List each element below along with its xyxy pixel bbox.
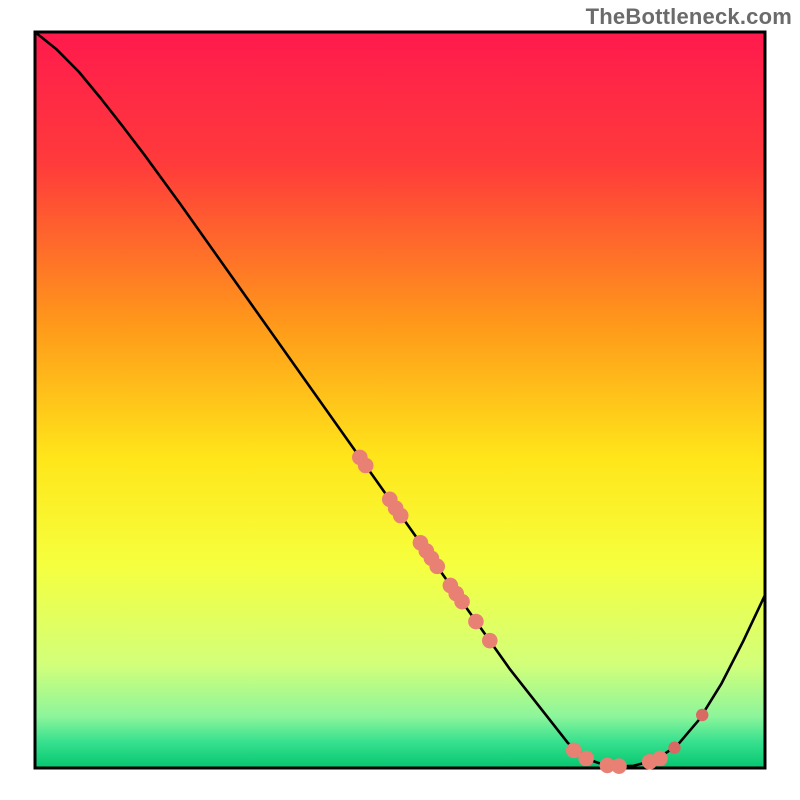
curve-marker xyxy=(578,751,594,767)
curve-marker xyxy=(393,508,409,524)
curve-marker xyxy=(696,709,708,721)
curve-marker xyxy=(429,559,445,575)
bottleneck-chart xyxy=(0,0,800,800)
curve-marker xyxy=(358,458,374,474)
curve-marker xyxy=(454,594,470,610)
curve-marker xyxy=(482,633,498,649)
curve-marker xyxy=(468,614,484,630)
plot-background xyxy=(35,32,765,768)
watermark-label: TheBottleneck.com xyxy=(586,4,792,30)
curve-marker xyxy=(668,742,680,754)
curve-marker xyxy=(611,758,627,774)
curve-marker xyxy=(652,751,668,767)
